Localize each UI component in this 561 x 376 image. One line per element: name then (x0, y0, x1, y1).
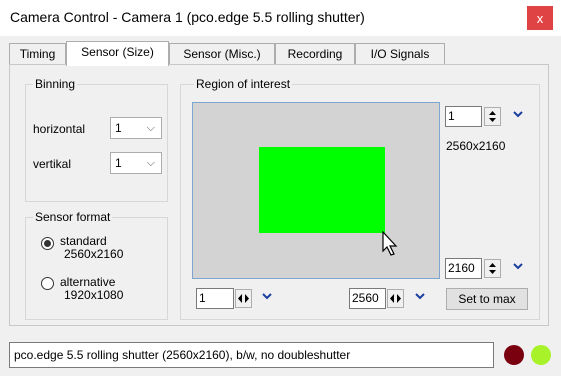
vertical-binning-select[interactable]: 1 ⌵ (110, 152, 162, 174)
chevron-down-icon (262, 293, 272, 300)
window-title: Camera Control - Camera 1 (pco.edge 5.5 … (10, 9, 365, 25)
sensor-format-legend: Sensor format (33, 210, 113, 224)
status-text: pco.edge 5.5 rolling shutter (2560x2160)… (9, 342, 494, 368)
tab-label: I/O Signals (370, 47, 430, 61)
roi-top-spinner[interactable] (484, 107, 501, 126)
horizontal-binning-value: 1 (115, 121, 122, 135)
set-to-max-button[interactable]: Set to max (446, 288, 528, 310)
chevron-down-icon (415, 293, 425, 300)
binning-legend: Binning (33, 77, 78, 91)
standard-radio[interactable] (41, 237, 54, 250)
tab-label: Sensor (Misc.) (183, 47, 261, 61)
chevron-down-icon: ⌵ (146, 157, 155, 169)
binning-group (25, 84, 168, 202)
roi-bottom-input[interactable]: 2160 (445, 258, 482, 279)
vertical-binning-value: 1 (115, 156, 122, 170)
roi-top-dropdown-button[interactable] (511, 109, 525, 123)
roi-right-input[interactable]: 2560 (349, 288, 386, 309)
mouse-cursor-icon (382, 231, 398, 256)
close-button[interactable]: x (527, 6, 553, 30)
horizontal-binning-select[interactable]: 1 ⌵ (110, 117, 162, 139)
close-icon: x (536, 10, 544, 26)
tab-label: Timing (19, 47, 56, 61)
roi-legend: Region of interest (194, 77, 293, 91)
tab-timing[interactable]: Timing (9, 43, 66, 64)
up-down-arrows-icon (489, 111, 496, 122)
tab-label: Sensor (Size) (81, 45, 154, 59)
roi-left-spinner[interactable] (235, 289, 252, 308)
alternative-size: 1920x1080 (64, 288, 124, 302)
roi-left-input[interactable]: 1 (196, 288, 234, 309)
tab-sensor-size[interactable]: Sensor (Size) (66, 41, 169, 66)
chevron-down-icon: ⌵ (146, 122, 155, 134)
chevron-down-icon (513, 263, 523, 270)
chevron-down-icon (513, 111, 523, 118)
radio-selected-dot (44, 240, 51, 247)
roi-rectangle[interactable] (259, 147, 385, 233)
tab-label: Recording (287, 47, 343, 61)
standard-size: 2560x2160 (64, 247, 124, 261)
standard-label: standard 2560x2160 (60, 235, 123, 261)
tab-sensor-misc[interactable]: Sensor (Misc.) (169, 43, 275, 64)
alternative-radio[interactable] (41, 277, 54, 290)
roi-left-dropdown-button[interactable] (260, 291, 274, 305)
roi-bottom-dropdown-button[interactable] (511, 261, 525, 275)
roi-canvas[interactable] (192, 102, 440, 279)
left-right-arrows-icon (390, 294, 401, 303)
roi-right-dropdown-button[interactable] (413, 291, 427, 305)
left-right-arrows-icon (238, 294, 249, 303)
tab-io-signals[interactable]: I/O Signals (355, 43, 445, 64)
alternative-label: alternative 1920x1080 (60, 276, 123, 302)
status-led-green (531, 345, 551, 365)
up-down-arrows-icon (489, 263, 496, 274)
roi-right-spinner[interactable] (387, 289, 404, 308)
tab-recording[interactable]: Recording (275, 43, 355, 64)
roi-size-text: 2560x2160 (446, 139, 506, 153)
status-led-red (504, 345, 524, 365)
vertical-label: vertikal (33, 157, 72, 171)
horizontal-label: horizontal (33, 122, 86, 136)
roi-top-input[interactable]: 1 (445, 106, 482, 127)
sensor-format-group (25, 217, 168, 320)
roi-bottom-spinner[interactable] (484, 259, 501, 278)
